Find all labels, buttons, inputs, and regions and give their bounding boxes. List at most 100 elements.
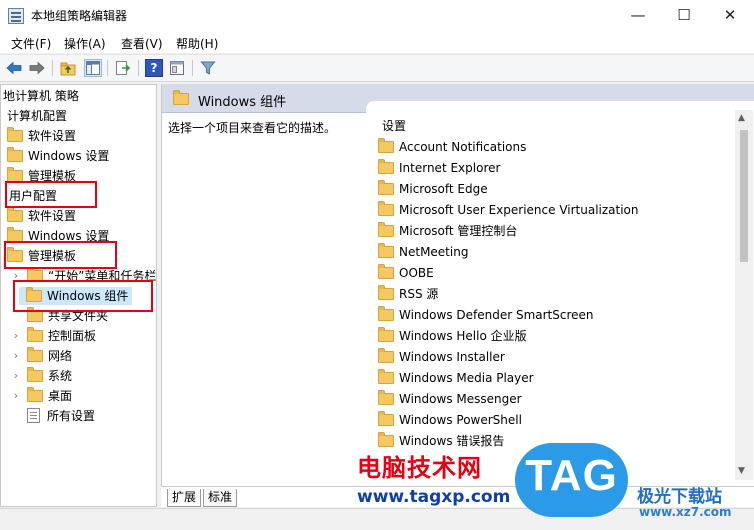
folder-icon	[378, 390, 394, 405]
scroll-up-icon[interactable]: ▲	[738, 113, 745, 123]
list-item-label: Windows 错误报告	[399, 434, 505, 448]
forward-arrow-icon[interactable]	[28, 59, 46, 77]
list-item-label: Windows Media Player	[399, 371, 534, 385]
list-item-label: OOBE	[399, 266, 434, 280]
tree-label: Windows 设置	[28, 149, 110, 163]
folder-icon	[27, 347, 43, 362]
folder-icon	[378, 201, 394, 216]
toolbar-separator	[192, 60, 193, 76]
list-item[interactable]: Windows Installer	[378, 347, 505, 367]
tree-item-software-settings[interactable]: 软件设置	[7, 127, 76, 145]
list-item-label: RSS 源	[399, 287, 439, 301]
show-hide-tree-icon[interactable]	[84, 59, 102, 77]
folder-icon	[7, 127, 23, 142]
folder-icon	[378, 222, 394, 237]
content-title: Windows 组件	[198, 95, 287, 110]
scroll-down-icon[interactable]: ▼	[738, 466, 745, 476]
list-item-label: Account Notifications	[399, 140, 527, 154]
menu-view[interactable]: 查看(V)	[121, 35, 163, 52]
export-list-icon[interactable]	[114, 59, 132, 77]
filter-icon[interactable]	[199, 59, 217, 77]
tree-item-network[interactable]: › 网络	[11, 347, 72, 365]
folder-icon	[27, 367, 43, 382]
tree-item-computer-config[interactable]: 计算机配置	[7, 107, 67, 125]
group-policy-editor-window: 本地组策略编辑器 — ☐ ✕ 文件(F) 操作(A) 查看(V) 帮助(H) ?	[0, 0, 754, 530]
folder-icon	[378, 369, 394, 384]
list-item[interactable]: OOBE	[378, 263, 434, 283]
tab-extended[interactable]: 扩展	[167, 489, 202, 507]
vertical-scrollbar[interactable]: ▲ ▼	[735, 110, 753, 480]
folder-icon	[378, 411, 394, 426]
list-item[interactable]: Windows PowerShell	[378, 410, 522, 430]
menu-help[interactable]: 帮助(H)	[176, 35, 218, 52]
list-item[interactable]: Windows Defender SmartScreen	[378, 305, 594, 325]
list-item[interactable]: Microsoft Edge	[378, 179, 488, 199]
list-item-label: Windows Messenger	[399, 392, 522, 406]
watermark-brand: 极光下载站	[637, 487, 722, 507]
folder-icon	[7, 207, 23, 222]
up-folder-icon[interactable]	[59, 59, 77, 77]
folder-icon	[378, 264, 394, 279]
toolbar: ?	[0, 54, 754, 82]
list-item[interactable]: Internet Explorer	[378, 158, 500, 178]
list-item[interactable]: RSS 源	[378, 284, 438, 304]
menu-file[interactable]: 文件(F)	[11, 35, 51, 52]
window-title: 本地组策略编辑器	[31, 9, 128, 23]
chevron-right-icon[interactable]: ›	[11, 387, 21, 405]
tree-label: 网络	[48, 349, 73, 363]
menu-action[interactable]: 操作(A)	[64, 35, 106, 52]
tree-item-control-panel[interactable]: › 控制面板	[11, 327, 96, 345]
list-item[interactable]: Microsoft 管理控制台	[378, 221, 517, 241]
folder-icon	[7, 147, 23, 162]
list-item[interactable]: Windows Media Player	[378, 368, 534, 388]
folder-icon	[378, 327, 394, 342]
tag-logo: TAG	[515, 443, 628, 517]
scrollbar-thumb[interactable]	[740, 130, 748, 262]
close-button[interactable]: ✕	[707, 0, 753, 31]
maximize-button[interactable]: ☐	[661, 0, 707, 31]
folder-icon	[378, 138, 394, 153]
list-item[interactable]: Microsoft User Experience Virtualization	[378, 200, 639, 220]
minimize-button[interactable]: —	[615, 0, 661, 31]
chevron-right-icon[interactable]: ›	[11, 367, 21, 385]
folder-icon	[378, 159, 394, 174]
tree-item-desktop[interactable]: › 桌面	[11, 387, 72, 405]
list-item[interactable]: Windows Hello 企业版	[378, 326, 527, 346]
folder-icon	[378, 348, 394, 363]
list-item-label: Windows Hello 企业版	[399, 329, 527, 343]
list-item[interactable]: Windows Messenger	[378, 389, 522, 409]
watermark-site-name: 电脑技术网	[357, 454, 482, 482]
list-item-label: Windows PowerShell	[399, 413, 522, 427]
tree-label: 系统	[48, 369, 73, 383]
tree-label: 计算机配置	[7, 109, 68, 123]
list-item-label: Microsoft User Experience Virtualization	[399, 203, 639, 217]
column-header-settings[interactable]: 设置	[382, 117, 406, 134]
view-icon[interactable]	[168, 59, 186, 77]
tree-item-system[interactable]: › 系统	[11, 367, 72, 385]
folder-icon	[173, 90, 189, 105]
toolbar-separator	[138, 60, 139, 76]
back-arrow-icon[interactable]	[5, 59, 23, 77]
folder-icon	[378, 432, 394, 447]
help-icon[interactable]: ?	[145, 59, 163, 77]
menu-bar: 文件(F) 操作(A) 查看(V) 帮助(H)	[0, 31, 754, 53]
highlight-windows-components	[13, 280, 153, 312]
tree-root[interactable]: 地计算机 策略	[3, 87, 79, 105]
list-item[interactable]: NetMeeting	[378, 242, 468, 262]
toolbar-separator	[52, 60, 53, 76]
list-item-label: Microsoft 管理控制台	[399, 224, 518, 238]
chevron-right-icon[interactable]: ›	[11, 327, 21, 345]
toolbar-separator	[107, 60, 108, 76]
list-item-label: Windows Installer	[399, 350, 505, 364]
list-item-label: Microsoft Edge	[399, 182, 488, 196]
list-item[interactable]: Account Notifications	[378, 137, 526, 157]
tree-item-windows-settings[interactable]: Windows 设置	[7, 147, 109, 165]
tree-item-all-settings[interactable]: 所有设置	[27, 407, 95, 425]
watermark-brand-url: www.xz7.com	[639, 505, 732, 519]
tag-logo-text: TAG	[525, 451, 618, 500]
chevron-right-icon[interactable]: ›	[11, 347, 21, 365]
tree-label: 软件设置	[28, 129, 77, 143]
tab-standard[interactable]: 标准	[203, 489, 238, 507]
tree-item-software-settings-user[interactable]: 软件设置	[7, 207, 76, 225]
tree-label: 桌面	[48, 389, 73, 403]
